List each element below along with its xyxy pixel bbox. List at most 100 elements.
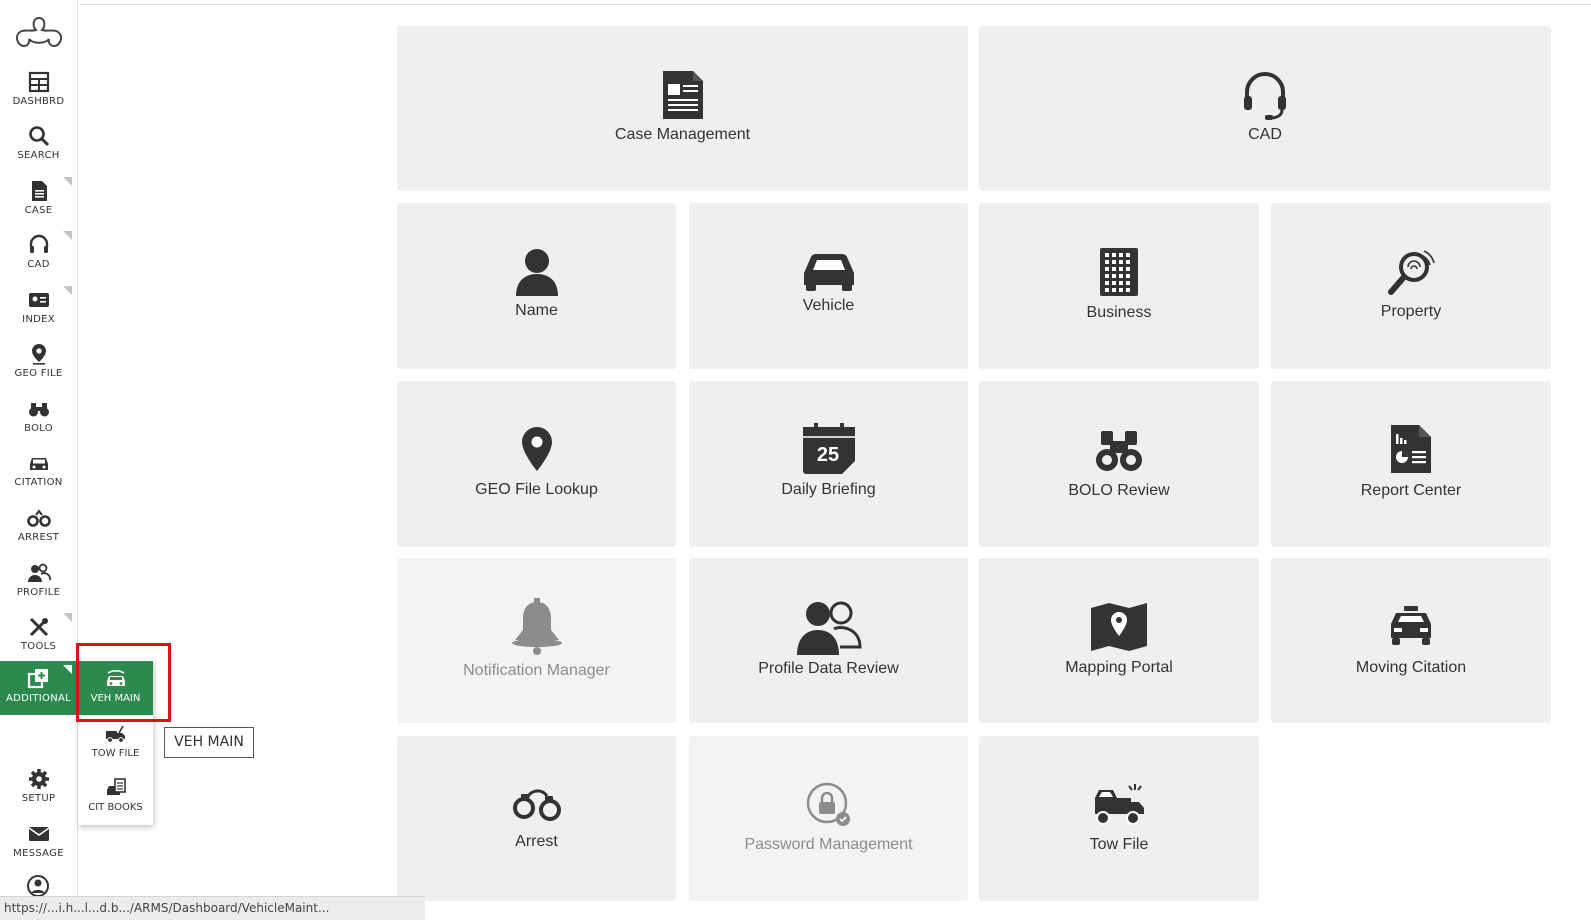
profile-users-icon — [796, 601, 862, 655]
sidebar-item-geo-file[interactable]: GEO FILE — [0, 336, 77, 390]
sidebar-item-profile[interactable]: PROFILE — [0, 555, 77, 609]
user-account-icon[interactable] — [26, 874, 50, 898]
sidebar-item-citation[interactable]: CITATION — [0, 445, 77, 499]
case-document-icon — [662, 71, 703, 119]
sidebar-item-cad[interactable]: CAD — [0, 227, 77, 281]
sidebar-item-message[interactable]: MESSAGE — [0, 816, 77, 870]
tile-geo-file-lookup[interactable]: GEO File Lookup — [397, 381, 676, 547]
submenu-indicator — [63, 231, 72, 240]
tile-label: Business — [1086, 304, 1152, 321]
tile-profile-data-review[interactable]: Profile Data Review — [689, 558, 968, 723]
tile-label: CAD — [1248, 126, 1282, 143]
sidebar-item-label: CAD — [27, 259, 50, 270]
tile-property[interactable]: Property — [1271, 203, 1551, 369]
sidebar-item-label: BOLO — [24, 423, 53, 434]
add-module-icon — [27, 669, 48, 689]
map-pin-icon — [521, 427, 552, 471]
sidebar-item-label: SETUP — [21, 793, 56, 804]
tile-label: Tow File — [1089, 836, 1149, 853]
handcuffs-icon — [26, 509, 51, 527]
tile-case-management[interactable]: Case Management — [397, 26, 968, 191]
sidebar-item-label: GEO FILE — [14, 368, 63, 379]
tile-label: Notification Manager — [463, 662, 610, 679]
tile-tow-file[interactable]: Tow File — [979, 736, 1259, 901]
tile-report-center[interactable]: Report Center — [1271, 381, 1551, 547]
tile-label: Password Management — [744, 836, 913, 853]
sidebar: DASHBRD SEARCH CASE CAD INDEX GEO FILE B… — [0, 0, 78, 920]
tile-bolo-review[interactable]: BOLO Review — [979, 381, 1259, 547]
car-icon — [29, 458, 48, 470]
sidebar-item-dashbrd[interactable]: DASHBRD — [0, 64, 77, 118]
document-icon — [31, 181, 47, 201]
tile-label: Report Center — [1360, 482, 1462, 499]
tow-truck-icon — [1095, 784, 1144, 825]
sidebar-item-label: PROFILE — [16, 587, 61, 598]
sidebar-item-setup[interactable]: SETUP — [0, 761, 77, 815]
browser-status-url: https://...i.h...l...d.b.../ARMS/Dashboa… — [0, 896, 425, 920]
tile-label: Vehicle — [802, 297, 855, 314]
tile-label: Mapping Portal — [1065, 659, 1173, 676]
sidebar-item-label: SEARCH — [17, 150, 60, 161]
map-icon — [1091, 603, 1147, 651]
sidebar-item-label: ARREST — [17, 532, 60, 543]
highlight-annotation-box — [76, 643, 171, 722]
envelope-icon — [28, 827, 49, 841]
tile-vehicle[interactable]: Vehicle — [689, 203, 968, 369]
flyout-item-label: CIT BOOKS — [88, 802, 143, 813]
sidebar-item-index[interactable]: INDEX — [0, 282, 77, 336]
submenu-indicator — [63, 665, 72, 674]
police-car-icon — [1391, 606, 1431, 645]
person-icon — [515, 249, 558, 296]
submenu-indicator — [63, 286, 72, 295]
tile-business[interactable]: Business — [979, 203, 1259, 369]
tile-label: Property — [1380, 303, 1442, 320]
sidebar-item-additional[interactable]: ADDITIONAL — [0, 661, 77, 715]
submenu-indicator — [63, 177, 72, 186]
top-divider — [80, 4, 1591, 5]
headset-icon — [29, 234, 48, 253]
flyout-item-label: TOW FILE — [91, 748, 140, 759]
sidebar-item-search[interactable]: SEARCH — [0, 118, 77, 172]
headset-icon — [1244, 72, 1286, 120]
tile-daily-briefing[interactable]: 25 Daily Briefing — [689, 381, 968, 547]
handcuffs-icon — [512, 789, 561, 821]
submenu-indicator — [63, 613, 72, 622]
flyout-item-cit-books[interactable]: CIT BOOKS — [78, 770, 153, 824]
sidebar-item-bolo[interactable]: BOLO — [0, 391, 77, 445]
sidebar-item-label: INDEX — [22, 314, 55, 325]
sidebar-item-arrest[interactable]: ARREST — [0, 500, 77, 554]
binoculars-icon — [1096, 431, 1142, 471]
sidebar-item-label: CASE — [24, 205, 53, 216]
app-logo-icon — [15, 16, 63, 48]
report-icon — [1391, 425, 1431, 473]
sidebar-item-label: ADDITIONAL — [5, 693, 71, 704]
tile-mapping-portal[interactable]: Mapping Portal — [979, 558, 1259, 723]
binoculars-icon — [28, 403, 49, 417]
citation-books-icon — [106, 778, 126, 795]
tile-label: BOLO Review — [1068, 482, 1170, 499]
sidebar-item-case[interactable]: CASE — [0, 173, 77, 227]
dashboard-grid-icon — [28, 71, 49, 93]
sidebar-item-label: TOOLS — [20, 641, 57, 652]
sidebar-item-label: CITATION — [14, 477, 63, 488]
tile-label: Arrest — [515, 833, 558, 850]
search-icon — [28, 126, 49, 147]
tile-moving-citation[interactable]: Moving Citation — [1271, 558, 1551, 723]
sidebar-item-label: MESSAGE — [13, 848, 64, 859]
tile-cad[interactable]: CAD — [979, 26, 1551, 191]
tile-label: Case Management — [614, 126, 751, 143]
tile-notification-manager[interactable]: Notification Manager — [397, 558, 676, 723]
sidebar-item-label: DASHBRD — [12, 96, 65, 107]
bell-icon — [511, 598, 562, 655]
tooltip: VEH MAIN — [164, 727, 254, 758]
index-card-icon — [28, 293, 49, 307]
magnifier-fingerprint-icon — [1388, 250, 1435, 295]
calendar-icon: 25 — [802, 423, 855, 474]
sidebar-item-tools[interactable]: TOOLS — [0, 609, 77, 663]
building-icon — [1100, 248, 1138, 296]
flyout-item-tow-file[interactable]: TOW FILE — [78, 716, 153, 770]
tile-name[interactable]: Name — [397, 203, 676, 369]
tile-password-management[interactable]: Password Management — [689, 736, 968, 901]
tile-arrest[interactable]: Arrest — [397, 736, 676, 901]
tile-label: GEO File Lookup — [475, 481, 598, 498]
